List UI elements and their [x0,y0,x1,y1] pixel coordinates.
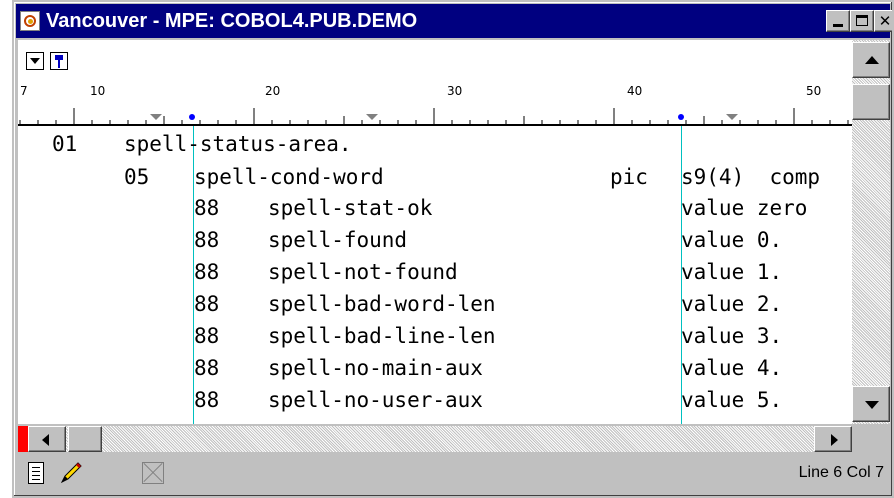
code-line[interactable]: 88 spell-no-main-aux value 4. [18,352,782,384]
maximize-button[interactable] [850,10,874,32]
code-line[interactable]: 88 spell-not-found value 1. [18,256,782,288]
app-icon[interactable] [20,11,40,31]
arrow-up-icon [865,56,879,64]
data-name-text: spell-stat-ok [268,196,433,220]
data-name-text: spell-bad-word-len [268,292,496,316]
disabled-x-icon [142,462,164,484]
level-number: 88 [194,260,220,284]
data-name-text: spell-no-main-aux [268,356,483,380]
data-name-text: spell-status-area. [124,132,352,156]
level-number: 01 [52,132,78,156]
cursor-position-text: Line 6 Col 7 [798,464,884,481]
scrollbar-corner [852,426,890,452]
margin-marker [678,114,684,120]
value-clause: s9(4) comp [681,165,821,189]
dropdown-arrow-icon [30,58,40,64]
scroll-left-button[interactable] [28,426,66,452]
title-bar[interactable]: Vancouver - MPE: COBOL4.PUB.DEMO ✕ [16,4,892,38]
close-button[interactable]: ✕ [874,10,892,32]
document-icon[interactable] [28,462,44,484]
scroll-up-button[interactable] [852,42,890,78]
vertical-scrollbar[interactable] [852,40,890,424]
editor-window: Vancouver - MPE: COBOL4.PUB.DEMO ✕ 7 10 … [12,0,894,498]
vertical-scroll-thumb[interactable] [852,84,890,120]
value-clause: value 5. [681,388,783,412]
horizontal-scroll-thumb[interactable] [68,426,102,452]
ruler[interactable] [18,84,852,126]
code-line[interactable]: 88 spell-no-user-aux value 5. [18,384,782,416]
tab-stop-marker [726,114,738,120]
ruler-area: 7 10 20 30 40 50 [18,40,852,126]
scroll-right-button[interactable] [814,426,852,452]
tab-stop-marker [366,114,378,120]
level-number: 88 [194,292,220,316]
level-number: 88 [194,388,220,412]
horizontal-scrollbar[interactable] [18,426,852,452]
change-marker [18,426,28,452]
value-clause: value 2. [681,292,783,316]
margin-marker [189,114,195,120]
code-line[interactable]: 88 spell-bad-word-len value 2. [18,288,782,320]
code-editor[interactable]: 01 spell-status-area. 05 spell-cond-word… [18,126,852,424]
level-number: 88 [194,356,220,380]
data-name-text: spell-no-user-aux [268,388,483,412]
value-clause: value zero [681,196,808,220]
minimize-button[interactable] [826,10,850,32]
value-clause: value 1. [681,260,783,284]
value-clause: value 0. [681,228,783,252]
scroll-down-button[interactable] [852,386,890,422]
level-number: 88 [194,324,220,348]
data-name-text: spell-cond-word [194,165,384,189]
data-name-text: spell-found [268,228,408,252]
pin-button[interactable] [50,52,68,70]
window-title: Vancouver - MPE: COBOL4.PUB.DEMO [46,10,418,32]
code-line[interactable]: 88 spell-stat-ok value zero [18,192,807,224]
code-line[interactable]: 01 spell-status-area. [18,128,352,160]
tab-stop-marker [150,114,162,120]
arrow-right-icon [831,434,838,446]
value-clause: value 3. [681,324,783,348]
minimize-icon [833,24,843,27]
code-line[interactable]: 05 spell-cond-word pic s9(4) comp [18,161,820,193]
code-line[interactable]: 88 spell-found value 0. [18,224,782,256]
level-number: 88 [194,228,220,252]
level-number: 05 [124,165,150,189]
maximize-icon [856,15,868,26]
status-bar: Line 6 Col 7 [18,454,890,494]
arrow-left-icon [42,434,49,446]
close-icon: ✕ [878,12,892,30]
data-name-text: spell-bad-line-len [268,324,496,348]
pencil-icon[interactable] [58,460,84,486]
level-number: 88 [194,196,220,220]
data-name-text: spell-not-found [268,260,458,284]
code-line[interactable]: 88 spell-bad-line-len value 3. [18,320,782,352]
arrow-down-icon [865,401,879,409]
value-clause: value 4. [681,356,783,380]
ruler-ticks [19,108,849,124]
ruler-dropdown-button[interactable] [26,52,44,70]
pic-clause: pic [610,165,648,189]
